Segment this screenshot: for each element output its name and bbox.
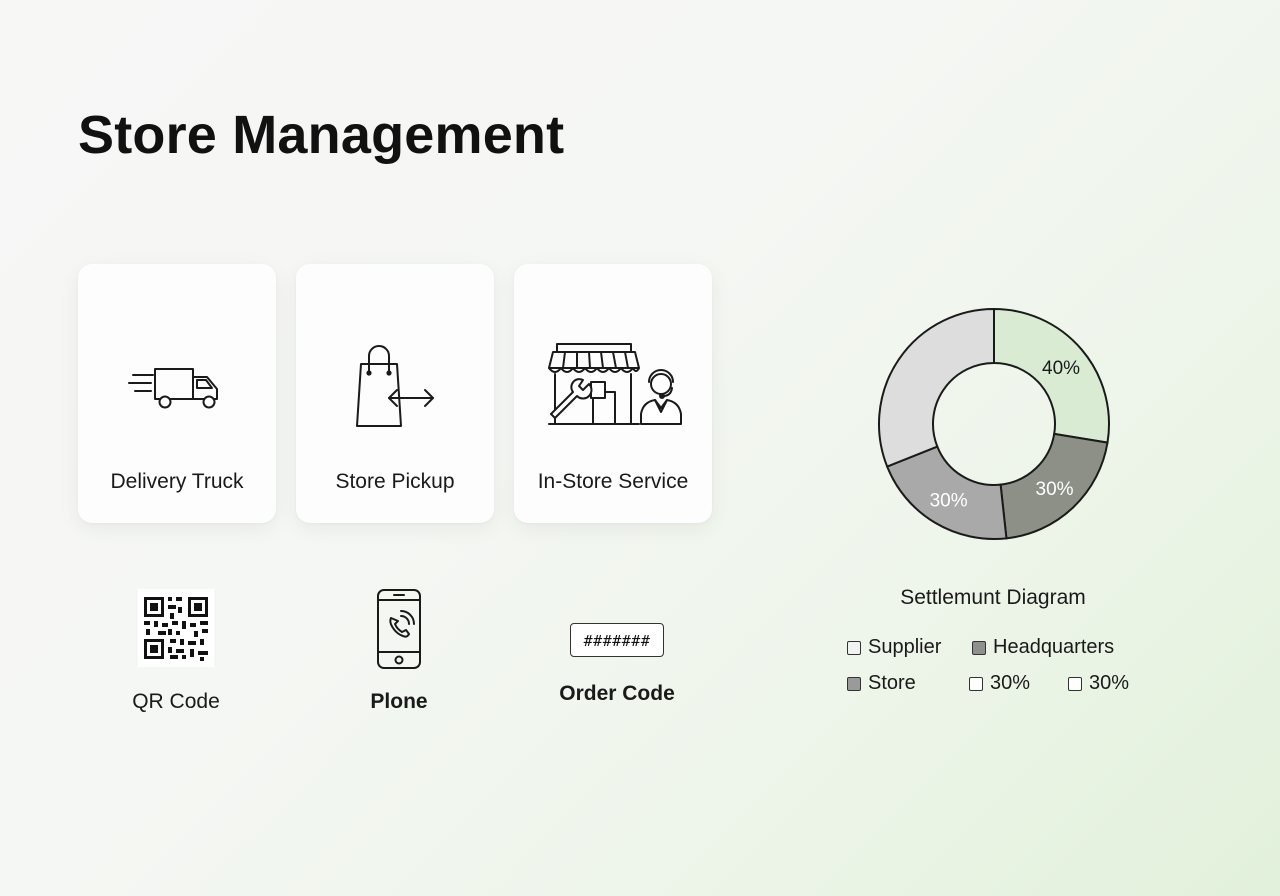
in-store-service-card[interactable]: In-Store Service [514, 264, 712, 523]
qr-code-tool[interactable]: QR Code [96, 588, 256, 714]
legend-label: Headquarters [993, 636, 1115, 658]
in-store-service-label: In-Store Service [537, 470, 689, 493]
settlement-donut-chart: 40% 30% 30% [878, 307, 1110, 540]
legend-swatch [847, 676, 861, 691]
legend-item-30-a: 30% [969, 672, 1030, 695]
legend-swatch [1068, 676, 1082, 691]
legend-swatch [847, 640, 861, 655]
delivery-truck-card[interactable]: Delivery Truck [78, 264, 276, 523]
donut-slice-label: 30% [930, 490, 968, 511]
store-pickup-label: Store Pickup [335, 470, 455, 493]
legend-item-headquarters: Headquarters [972, 636, 1114, 659]
delivery-truck-label: Delivery Truck [110, 470, 244, 493]
legend-label: 30% [990, 672, 1031, 694]
donut-slice-label: 30% [1036, 479, 1074, 500]
phone-icon [336, 588, 462, 670]
legend-item-store: Store [847, 672, 916, 695]
delivery-truck-icon [78, 342, 276, 432]
legend-label: Store [868, 672, 916, 694]
legend-swatch [969, 676, 983, 691]
donut-slice-label: 40% [1042, 358, 1080, 379]
page-title: Store Management [78, 105, 565, 165]
order-code-label: Order Code [559, 682, 675, 705]
chart-title: Settlemunt Diagram [900, 586, 1086, 609]
storefront-service-icon [514, 342, 712, 432]
shopping-bag-exchange-icon [296, 342, 494, 432]
legend-swatch [972, 640, 986, 655]
store-pickup-card[interactable]: Store Pickup [296, 264, 494, 523]
order-code-tool[interactable]: ####### Order Code [540, 620, 694, 706]
legend-item-supplier: Supplier [847, 636, 941, 659]
phone-tool[interactable]: Plone [336, 588, 462, 714]
legend-label: Supplier [868, 636, 942, 658]
phone-label: Plone [370, 690, 428, 713]
qr-code-icon [96, 588, 256, 668]
order-code-field[interactable]: ####### [570, 623, 664, 657]
legend-item-30-b: 30% [1068, 672, 1129, 695]
legend-label: 30% [1089, 672, 1130, 694]
qr-code-label: QR Code [132, 690, 220, 713]
donut-slice [878, 307, 995, 468]
